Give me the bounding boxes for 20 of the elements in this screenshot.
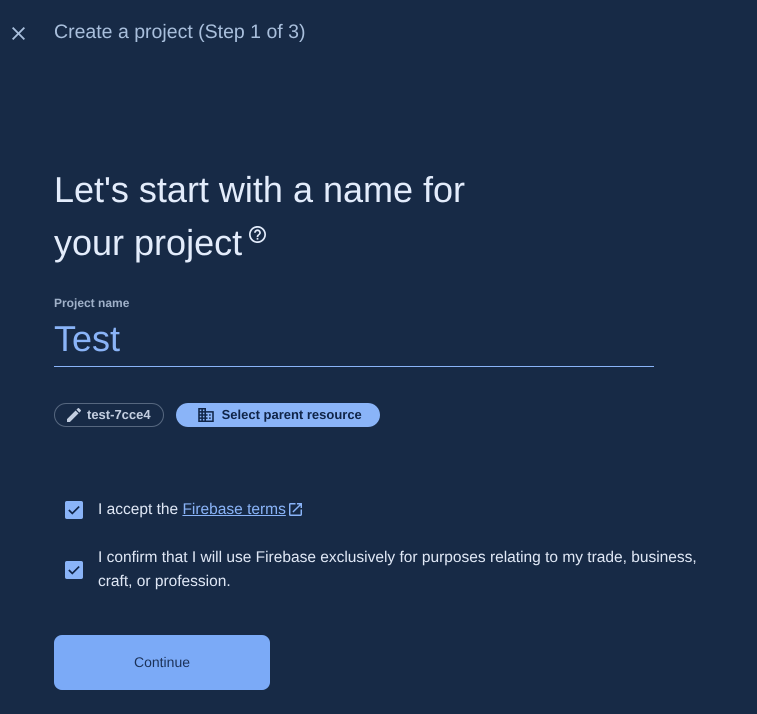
agreement-text: I confirm that I will use Firebase exclusively for purposes relating to my trade, business, craft, or profession.: [98, 548, 698, 592]
project-name-input[interactable]: Test: [54, 311, 654, 367]
firebase-terms-link[interactable]: Firebase terms: [182, 501, 302, 518]
continue-button[interactable]: Continue: [54, 635, 270, 690]
check-icon: [68, 505, 80, 515]
project-id-chip[interactable]: test-7cce4: [54, 403, 164, 427]
checkbox[interactable]: [65, 561, 83, 579]
page-heading: your project: [54, 221, 242, 265]
select-parent-resource-button[interactable]: Select parent resource: [176, 403, 380, 427]
field-label: Project name: [54, 295, 130, 311]
dialog-title: Create a project (Step 1 of 3): [54, 20, 306, 46]
pencil-icon: [67, 408, 81, 422]
agreement-text: I accept the Firebase terms: [98, 498, 723, 522]
page-heading: Let's start with a name for: [54, 168, 466, 212]
help-icon[interactable]: [249, 226, 266, 243]
check-icon: [68, 565, 80, 575]
external-link-icon: [288, 503, 302, 516]
close-icon[interactable]: [12, 26, 25, 40]
building-icon: [198, 408, 214, 422]
checkbox[interactable]: [65, 501, 83, 519]
